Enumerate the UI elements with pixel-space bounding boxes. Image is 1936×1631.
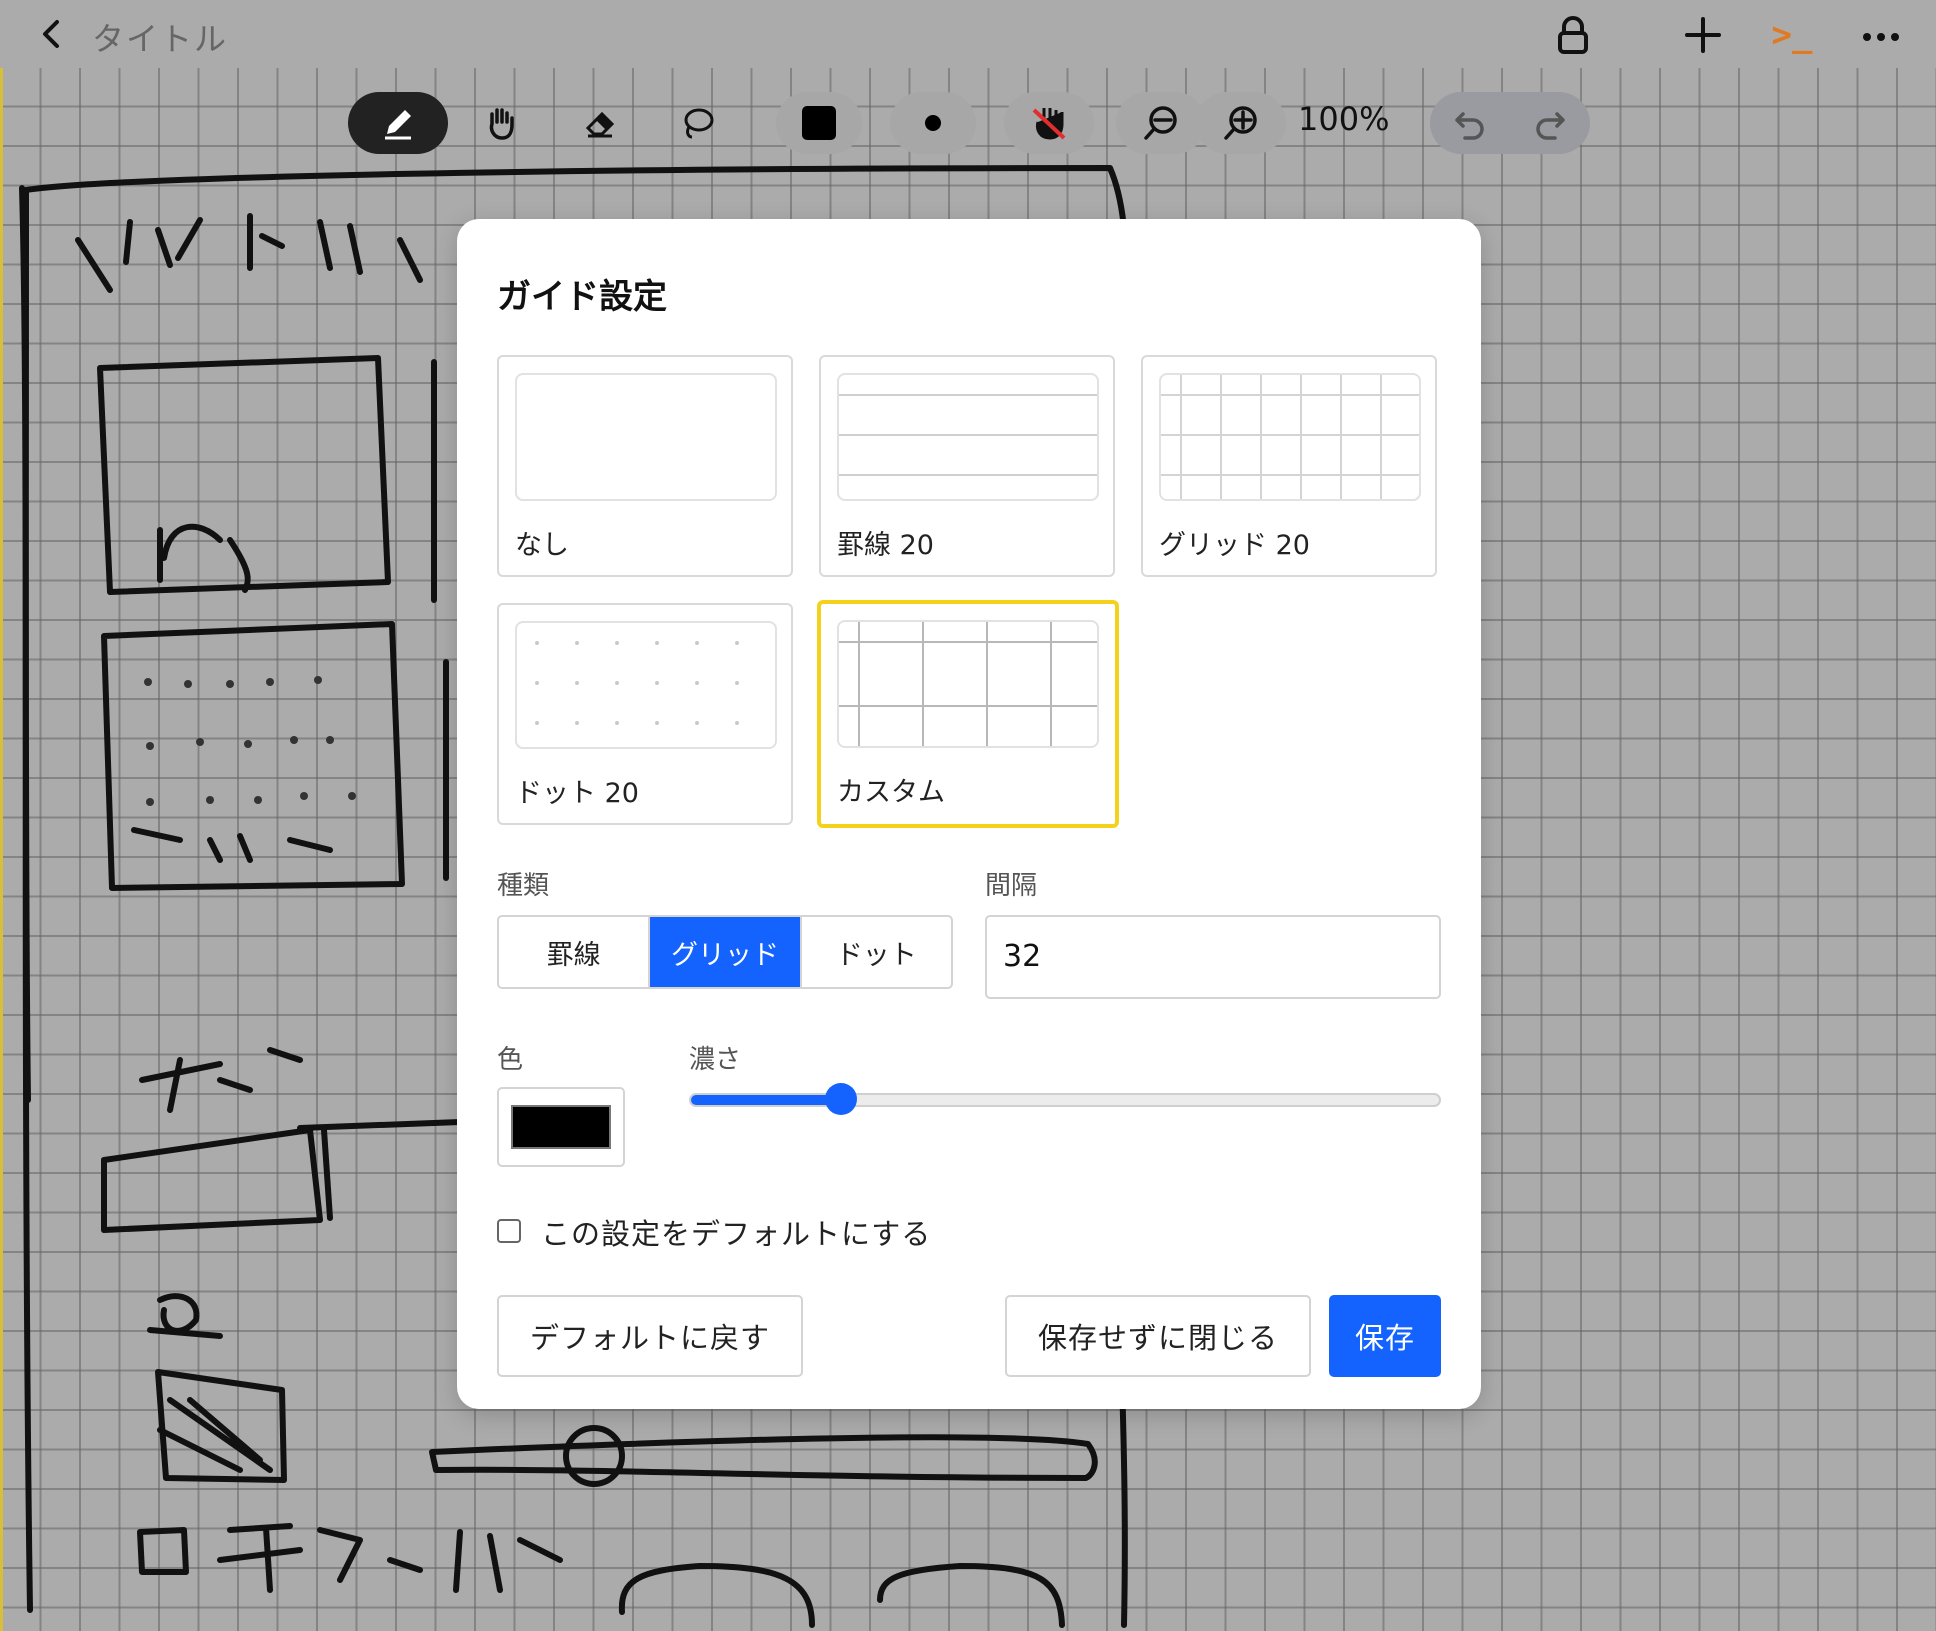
dots-icon [535, 641, 739, 725]
preset-none-card[interactable]: なし [497, 355, 793, 577]
opacity-label: 濃さ [689, 1045, 742, 1075]
preset-dots-preview [515, 621, 777, 749]
grid-icon [1161, 375, 1419, 499]
dialog-title: ガイド設定 [497, 277, 667, 317]
color-label: 色 [497, 1045, 524, 1075]
preset-lines-preview [837, 373, 1099, 501]
reset-default-button[interactable]: デフォルトに戻す [497, 1295, 803, 1377]
zoom-out-button[interactable] [1116, 92, 1206, 154]
default-checkbox[interactable] [497, 1219, 521, 1243]
type-option-grid[interactable]: グリッド [650, 917, 802, 987]
preset-custom-card[interactable]: カスタム [817, 600, 1119, 828]
eraser-icon [585, 111, 615, 138]
preset-label: なし [515, 530, 569, 561]
type-option-lines[interactable]: 罫線 [499, 917, 651, 987]
color-swatch [511, 1105, 611, 1149]
redo-button[interactable] [1510, 92, 1590, 154]
preset-custom-preview [837, 620, 1099, 748]
ruled-lines-icon [839, 394, 1097, 476]
dot-size-icon [925, 115, 941, 131]
opacity-slider[interactable] [689, 1083, 1441, 1115]
eraser-tool-button[interactable] [556, 92, 646, 154]
default-checkbox-label[interactable]: この設定をデフォルトにする [541, 1211, 931, 1253]
back-button[interactable] [30, 12, 74, 56]
redo-icon [1536, 112, 1565, 140]
lock-button[interactable] [1548, 10, 1598, 60]
type-option-dots[interactable]: ドット [802, 917, 951, 987]
color-picker[interactable] [497, 1087, 625, 1167]
color-square-icon [802, 106, 836, 140]
hand-icon [489, 108, 514, 140]
preset-dots-card[interactable]: ドット 20 [497, 603, 793, 825]
preset-label: ドット 20 [515, 778, 639, 809]
more-button[interactable] [1856, 10, 1906, 60]
preset-label: カスタム [837, 777, 945, 808]
guide-settings-dialog: ガイド設定 なし 罫線 20 グリッド 20 ドット 20 カスタム 種類 罫線… [457, 219, 1481, 1409]
color-tool-button[interactable] [776, 92, 862, 154]
zoom-in-icon [1224, 106, 1257, 140]
add-button[interactable] [1678, 10, 1728, 60]
console-button[interactable]: >_ [1762, 10, 1822, 60]
hand-tool-button[interactable] [456, 92, 546, 154]
preset-none-preview [515, 373, 777, 501]
opacity-slider-thumb[interactable] [824, 1083, 857, 1115]
lock-icon [1558, 16, 1588, 54]
chevron-left-icon [43, 20, 59, 48]
zoom-in-button[interactable] [1196, 92, 1286, 154]
zoom-level[interactable]: 100% [1298, 100, 1389, 138]
interval-input[interactable]: 32 [985, 915, 1441, 999]
lasso-icon [684, 108, 714, 139]
terminal-icon: >_ [1771, 15, 1813, 55]
custom-grid-icon [839, 622, 1097, 746]
more-horizontal-icon [1863, 33, 1899, 41]
zoom-out-icon [1144, 106, 1177, 140]
interval-label: 間隔 [985, 871, 1038, 901]
undo-icon [1455, 112, 1484, 140]
type-segmented-control: 罫線 グリッド ドット [497, 915, 953, 989]
preset-label: 罫線 20 [837, 530, 934, 561]
preset-label: グリッド 20 [1159, 530, 1310, 561]
preset-grid-preview [1159, 373, 1421, 501]
plus-icon [1685, 17, 1721, 53]
close-without-saving-button[interactable]: 保存せずに閉じる [1005, 1295, 1311, 1377]
pen-icon [385, 110, 411, 140]
preset-lines-card[interactable]: 罫線 20 [819, 355, 1115, 577]
lasso-tool-button[interactable] [652, 92, 742, 154]
undo-button[interactable] [1430, 92, 1510, 154]
palm-rejection-button[interactable] [1004, 92, 1094, 154]
document-title[interactable]: タイトル [92, 14, 228, 60]
type-label: 種類 [497, 871, 550, 901]
top-bar: タイトル >_ [0, 0, 1936, 68]
preset-grid-card[interactable]: グリッド 20 [1141, 355, 1437, 577]
stroke-size-button[interactable] [890, 92, 976, 154]
pen-tool-button[interactable] [348, 92, 448, 154]
opacity-slider-fill [691, 1095, 841, 1105]
hand-off-icon [1032, 108, 1066, 140]
save-button[interactable]: 保存 [1329, 1295, 1441, 1377]
